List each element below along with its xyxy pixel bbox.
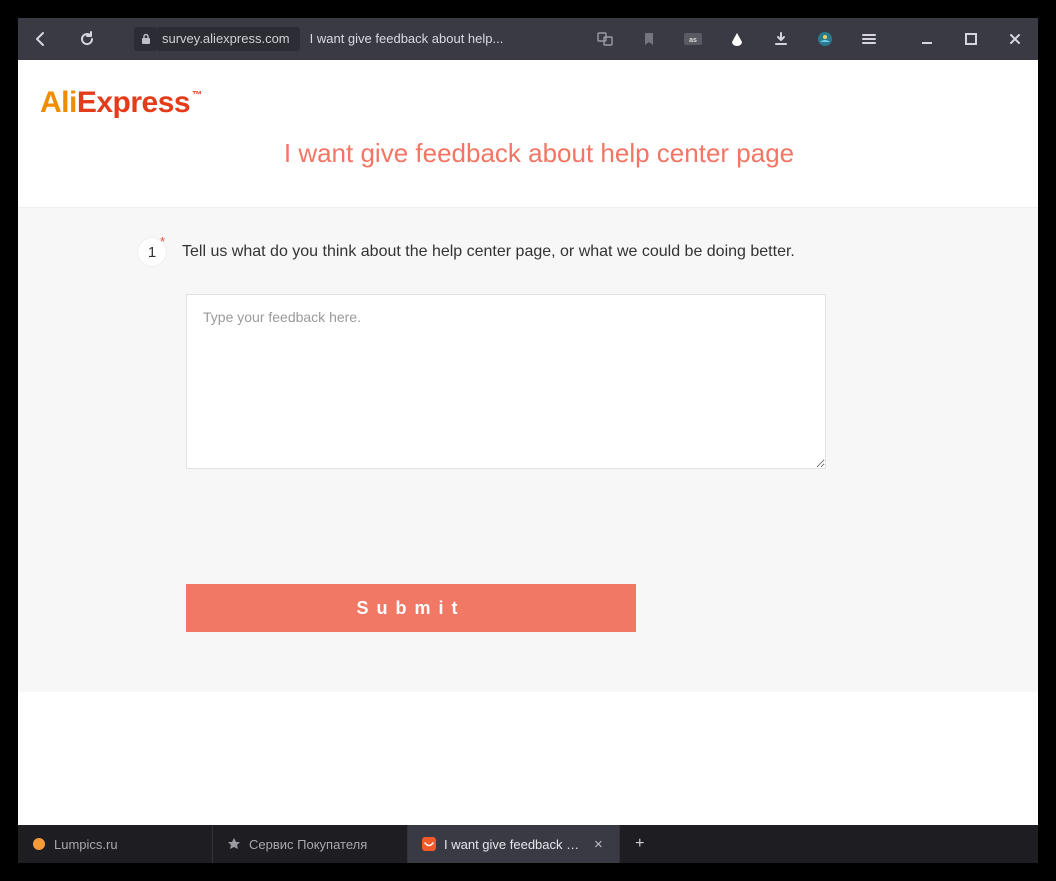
close-button[interactable] — [1002, 26, 1028, 52]
extension-lastfm-icon[interactable]: as — [680, 26, 706, 52]
extension-drop-icon[interactable] — [724, 26, 750, 52]
tab-favicon-aliexpress — [422, 837, 436, 851]
address-domain: survey.aliexpress.com — [158, 27, 300, 51]
address-bar[interactable]: survey.aliexpress.com I want give feedba… — [134, 27, 509, 51]
window-controls — [914, 26, 1028, 52]
question-text: Tell us what do you think about the help… — [182, 238, 795, 266]
survey-form: 1 * Tell us what do you think about the … — [18, 207, 1038, 692]
form-inner: 1 * Tell us what do you think about the … — [138, 238, 958, 632]
browser-window: survey.aliexpress.com I want give feedba… — [0, 0, 1056, 881]
tab-lumpics[interactable]: Lumpics.ru — [18, 825, 213, 863]
logo-part1: Ali — [40, 86, 77, 119]
bookmark-icon[interactable] — [636, 26, 662, 52]
tab-favicon-service — [227, 837, 241, 851]
logo-trademark: ™ — [192, 90, 202, 101]
submit-button[interactable]: Submit — [186, 584, 636, 632]
address-title: I want give feedback about help... — [304, 27, 510, 51]
question-number: 1 — [148, 244, 156, 261]
tab-service[interactable]: Сервис Покупателя — [213, 825, 408, 863]
page-title: I want give feedback about help center p… — [40, 138, 1038, 169]
reload-button[interactable] — [74, 26, 100, 52]
required-asterisk: * — [160, 234, 165, 249]
question-number-badge: 1 * — [138, 238, 166, 266]
svg-text:as: as — [689, 37, 697, 44]
tab-label: Сервис Покупателя — [249, 837, 367, 852]
profile-icon[interactable] — [812, 26, 838, 52]
back-button[interactable] — [28, 26, 54, 52]
maximize-button[interactable] — [958, 26, 984, 52]
question-row: 1 * Tell us what do you think about the … — [138, 238, 958, 266]
translate-icon[interactable] — [592, 26, 618, 52]
toolbar-left: survey.aliexpress.com I want give feedba… — [28, 26, 509, 52]
downloads-icon[interactable] — [768, 26, 794, 52]
tab-strip: Lumpics.ru Сервис Покупателя I want give… — [18, 825, 1038, 863]
textarea-wrap — [186, 294, 958, 474]
new-tab-button[interactable]: + — [620, 825, 660, 863]
tab-close-icon[interactable]: × — [592, 836, 605, 853]
logo-part2: Express — [77, 86, 190, 119]
page-content: AliExpress™ I want give feedback about h… — [18, 60, 1038, 825]
minimize-button[interactable] — [914, 26, 940, 52]
browser-toolbar: survey.aliexpress.com I want give feedba… — [18, 18, 1038, 60]
tab-favicon-lumpics — [32, 837, 46, 851]
tab-label: Lumpics.ru — [54, 837, 118, 852]
tab-feedback-active[interactable]: I want give feedback abo × — [408, 825, 620, 863]
toolbar-right: as — [592, 26, 1028, 52]
tab-label: I want give feedback abo — [444, 837, 584, 852]
header-area: AliExpress™ I want give feedback about h… — [18, 60, 1038, 207]
aliexpress-logo: AliExpress™ — [40, 86, 1038, 120]
lock-icon — [134, 27, 158, 51]
feedback-textarea[interactable] — [186, 294, 826, 469]
menu-icon[interactable] — [856, 26, 882, 52]
